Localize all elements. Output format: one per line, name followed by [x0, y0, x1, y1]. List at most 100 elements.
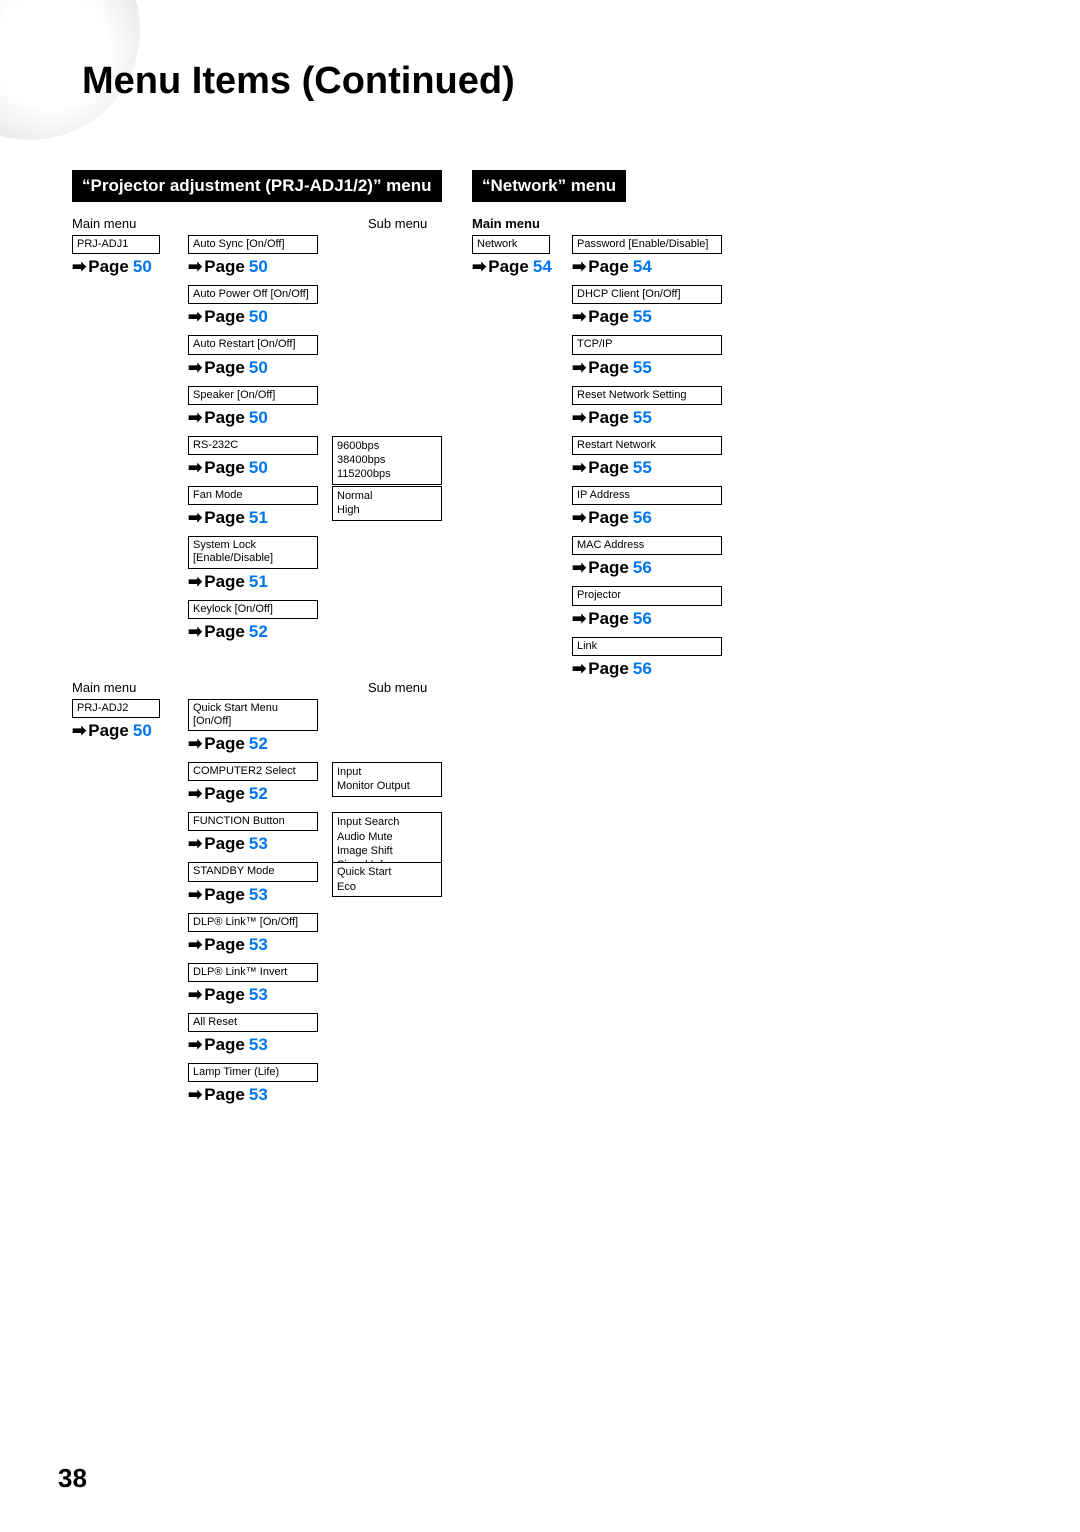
page-ref[interactable]: ➡ Page 54	[472, 257, 572, 277]
adj2-tree: PRJ-ADJ2 ➡ Page 50 Quick Start Menu [On/…	[72, 699, 442, 1114]
page-ref[interactable]: ➡Page52	[188, 784, 333, 804]
page-ref[interactable]: ➡Page53	[188, 885, 333, 905]
menu-item-row: Keylock [On/Off]➡Page52	[188, 600, 333, 642]
page-ref[interactable]: ➡Page55	[572, 358, 732, 378]
page-word: Page	[204, 1035, 245, 1055]
page-ref[interactable]: ➡Page55	[572, 408, 732, 428]
menu-item-row: DLP® Link™ Invert➡Page53	[188, 963, 333, 1005]
arrow-right-icon: ➡	[72, 257, 86, 277]
page-word: Page	[588, 358, 629, 378]
menu-item-row: Projector ➡Page56	[572, 586, 732, 628]
menu-item-row: IP Address ➡Page56	[572, 486, 732, 528]
menu-item-box: Reset Network Setting	[572, 386, 722, 405]
page-ref[interactable]: ➡Page56	[572, 659, 732, 679]
menu-item-box: Projector	[572, 586, 722, 605]
sub-menu-box: InputMonitor Output	[332, 762, 442, 797]
page-number-link: 56	[633, 508, 652, 528]
menu-item-box: DHCP Client [On/Off]	[572, 285, 722, 304]
menu-item-row: All Reset➡Page53	[188, 1013, 333, 1055]
page-ref[interactable]: ➡Page53	[188, 834, 333, 854]
page-number-link: 56	[633, 609, 652, 629]
page-word: Page	[588, 408, 629, 428]
page-ref[interactable]: ➡Page51	[188, 508, 333, 528]
page-ref[interactable]: ➡ Page 50	[72, 257, 188, 277]
menu-item-row: Fan ModeNormalHigh➡Page51	[188, 486, 333, 528]
menu-item-row: Link➡Page56	[572, 637, 732, 679]
page-ref[interactable]: ➡Page53	[188, 985, 333, 1005]
arrow-right-icon: ➡	[72, 721, 86, 741]
page-word: Page	[204, 935, 245, 955]
page-ref[interactable]: ➡Page56	[572, 508, 732, 528]
page-number-link: 53	[249, 985, 268, 1005]
arrow-right-icon: ➡	[572, 257, 586, 277]
page-word: Page	[204, 885, 245, 905]
network-column: “Network” menu Main menu Network ➡ Page …	[472, 170, 782, 687]
menu-item-box: Quick Start Menu [On/Off]	[188, 699, 318, 731]
page-ref[interactable]: ➡Page52	[188, 734, 333, 754]
page-word: Page	[588, 659, 629, 679]
page-word: Page	[204, 358, 245, 378]
network-section-header: “Network” menu	[472, 170, 626, 202]
menu-item-box: Auto Restart [On/Off]	[188, 335, 318, 354]
network-root-box: Network	[472, 235, 550, 254]
menu-item-box: Restart Network	[572, 436, 722, 455]
page-ref[interactable]: ➡Page53	[188, 1035, 333, 1055]
arrow-right-icon: ➡	[188, 622, 202, 642]
page-ref[interactable]: ➡Page50	[188, 257, 333, 277]
arrow-right-icon: ➡	[188, 307, 202, 327]
page-number-link: 53	[249, 834, 268, 854]
page-ref[interactable]: ➡Page54	[572, 257, 732, 277]
page-ref[interactable]: ➡Page55	[572, 307, 732, 327]
page-word: Page	[204, 622, 245, 642]
page-ref[interactable]: ➡Page52	[188, 622, 333, 642]
arrow-right-icon: ➡	[572, 659, 586, 679]
menu-item-box: TCP/IP	[572, 335, 722, 354]
prj-column: “Projector adjustment (PRJ-ADJ1/2)” menu…	[72, 170, 442, 1113]
page-ref[interactable]: ➡ Page 50	[72, 721, 188, 741]
menu-item-box: IP Address	[572, 486, 722, 505]
page-number-link: 50	[249, 408, 268, 428]
arrow-right-icon: ➡	[572, 458, 586, 478]
arrow-right-icon: ➡	[188, 1085, 202, 1105]
arrow-right-icon: ➡	[188, 408, 202, 428]
page-ref[interactable]: ➡Page53	[188, 1085, 333, 1105]
menu-item-row: Lamp Timer (Life) ➡Page53	[188, 1063, 333, 1105]
page-ref[interactable]: ➡Page50	[188, 307, 333, 327]
page-number-link: 56	[633, 659, 652, 679]
arrow-right-icon: ➡	[572, 609, 586, 629]
arrow-right-icon: ➡	[188, 458, 202, 478]
page-ref[interactable]: ➡Page50	[188, 408, 333, 428]
page-ref[interactable]: ➡Page55	[572, 458, 732, 478]
labels-row-network: Main menu	[472, 216, 782, 231]
menu-item-box: Lamp Timer (Life)	[188, 1063, 318, 1082]
page-word: Page	[204, 572, 245, 592]
page-number-link: 55	[633, 307, 652, 327]
page-ref[interactable]: ➡Page53	[188, 935, 333, 955]
page-word: Page	[204, 307, 245, 327]
page-ref[interactable]: ➡Page50	[188, 358, 333, 378]
menu-item-box: Speaker [On/Off]	[188, 386, 318, 405]
page-number-link: 55	[633, 408, 652, 428]
page-ref[interactable]: ➡Page56	[572, 609, 732, 629]
menu-item-row: Reset Network Setting ➡Page55	[572, 386, 732, 428]
page-number-link: 50	[133, 257, 152, 277]
adj1-root-box: PRJ-ADJ1	[72, 235, 160, 254]
page-ref[interactable]: ➡Page56	[572, 558, 732, 578]
menu-item-row: Auto Power Off [On/Off]➡Page50	[188, 285, 333, 327]
menu-item-box: COMPUTER2 Select	[188, 762, 318, 781]
page-word: Page	[204, 508, 245, 528]
page-word: Page	[588, 257, 629, 277]
page-ref[interactable]: ➡Page50	[188, 458, 333, 478]
page-word: Page	[204, 834, 245, 854]
arrow-right-icon: ➡	[472, 257, 486, 277]
menu-item-row: System Lock [Enable/Disable]➡Page51	[188, 536, 333, 591]
page-word: Page	[204, 408, 245, 428]
page-word: Page	[204, 734, 245, 754]
page-ref[interactable]: ➡Page51	[188, 572, 333, 592]
menu-item-row: Password [Enable/Disable]➡Page54	[572, 235, 732, 277]
adj1-tree: PRJ-ADJ1 ➡ Page 50 Auto Sync [On/Off]➡Pa…	[72, 235, 442, 650]
main-menu-label: Main menu	[72, 216, 188, 231]
menu-item-box: STANDBY Mode	[188, 862, 318, 881]
page-number-link: 50	[133, 721, 152, 741]
labels-row-adj2: Main menu Sub menu	[72, 680, 442, 695]
